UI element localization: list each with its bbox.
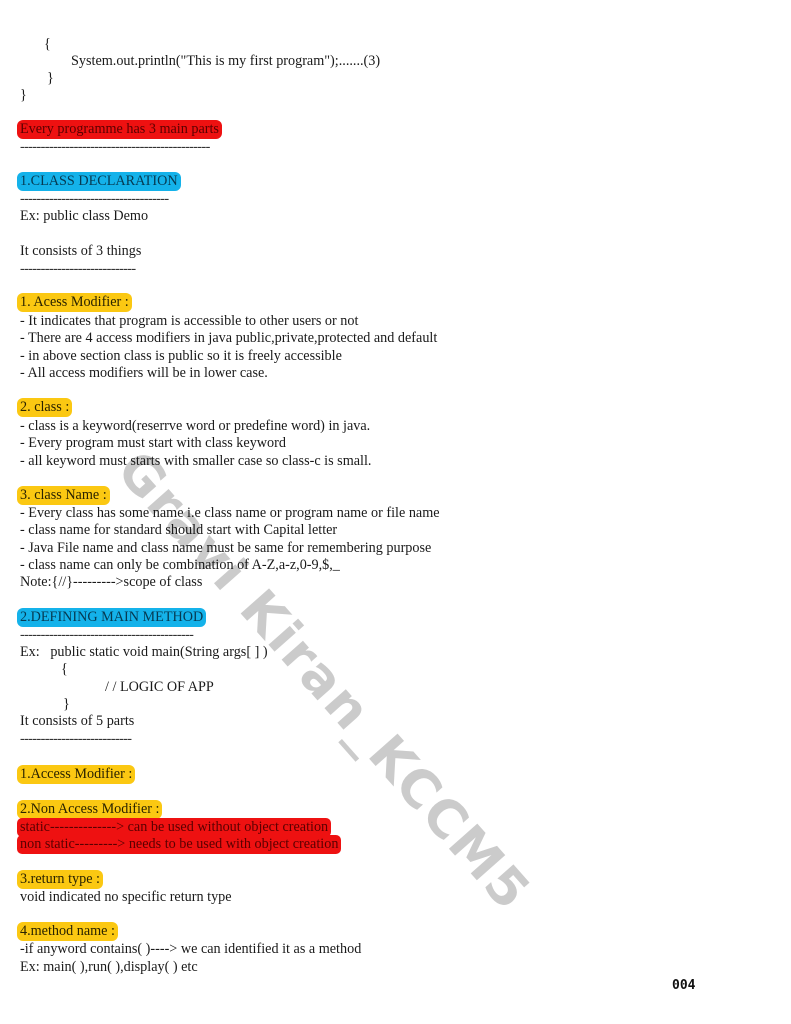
section2-example: Ex: public static void main(String args[… (20, 644, 268, 660)
s2-part2-title: 2.Non Access Modifier : (17, 800, 163, 819)
s1-part2-title: 2. class : (17, 398, 73, 417)
s1-part3-line: - class name for standard should start w… (20, 522, 338, 538)
section2-divider: ----------------------------------------… (20, 627, 194, 643)
s1-part1-line: - It indicates that program is accessibl… (20, 313, 359, 329)
intro-divider: ----------------------------------------… (20, 139, 210, 155)
code-open-brace: { (44, 36, 51, 52)
section2-logic-comment: / / LOGIC OF APP (105, 679, 214, 695)
s1-part2-line: - Every program must start with class ke… (20, 435, 286, 451)
section2-open-brace: { (61, 661, 68, 677)
intro-heading: Every programme has 3 main parts (17, 120, 222, 139)
code-close-outer-brace: } (20, 87, 27, 103)
s1-part2-line: - all keyword must starts with smaller c… (20, 453, 372, 469)
section2-heading: 2.DEFINING MAIN METHOD (17, 608, 207, 627)
s1-part2-line: - class is a keyword(reserrve word or pr… (20, 418, 371, 434)
s2-part2-nonstatic-line: non static---------> needs to be used wi… (17, 835, 342, 854)
section1-consists: It consists of 3 things (20, 243, 142, 259)
s1-part3-line: - Every class has some name i.e class na… (20, 505, 440, 521)
s1-part3-title: 3. class Name : (17, 486, 110, 505)
s2-part1-title: 1.Access Modifier : (17, 765, 136, 784)
s2-part4-title: 4.method name : (17, 922, 118, 941)
section1-example: Ex: public class Demo (20, 208, 149, 224)
section2-consists-divider: --------------------------- (20, 731, 132, 747)
section1-heading: 1.CLASS DECLARATION (17, 172, 181, 191)
s2-part4-line: Ex: main( ),run( ),display( ) etc (20, 959, 198, 975)
section2-consists: It consists of 5 parts (20, 713, 135, 729)
code-close-inner-brace: } (47, 70, 54, 86)
section1-consists-divider: ---------------------------- (20, 261, 136, 277)
s2-part4-line: -if anyword contains( )----> we can iden… (20, 941, 362, 957)
s2-part3-title: 3.return type : (17, 870, 103, 889)
s1-part3-line: - class name can only be combination of … (20, 557, 340, 573)
s1-part1-line: - There are 4 access modifiers in java p… (20, 330, 438, 346)
s1-part1-line: - in above section class is public so it… (20, 348, 342, 364)
s1-part1-line: - All access modifiers will be in lower … (20, 365, 268, 381)
document-page: Gravi Kiran_KCCM5 { System.out.println("… (0, 0, 791, 1024)
s1-part3-note: Note:{//}--------->scope of class (20, 574, 203, 590)
s1-part3-line: - Java File name and class name must be … (20, 540, 432, 556)
code-println-line: System.out.println("This is my first pro… (71, 53, 381, 69)
page-number: 004 (672, 978, 696, 993)
section2-close-brace: } (63, 696, 70, 712)
s1-part1-title: 1. Acess Modifier : (17, 293, 132, 312)
section1-divider: ------------------------------------ (20, 191, 169, 207)
s2-part3-line: void indicated no specific return type (20, 889, 232, 905)
